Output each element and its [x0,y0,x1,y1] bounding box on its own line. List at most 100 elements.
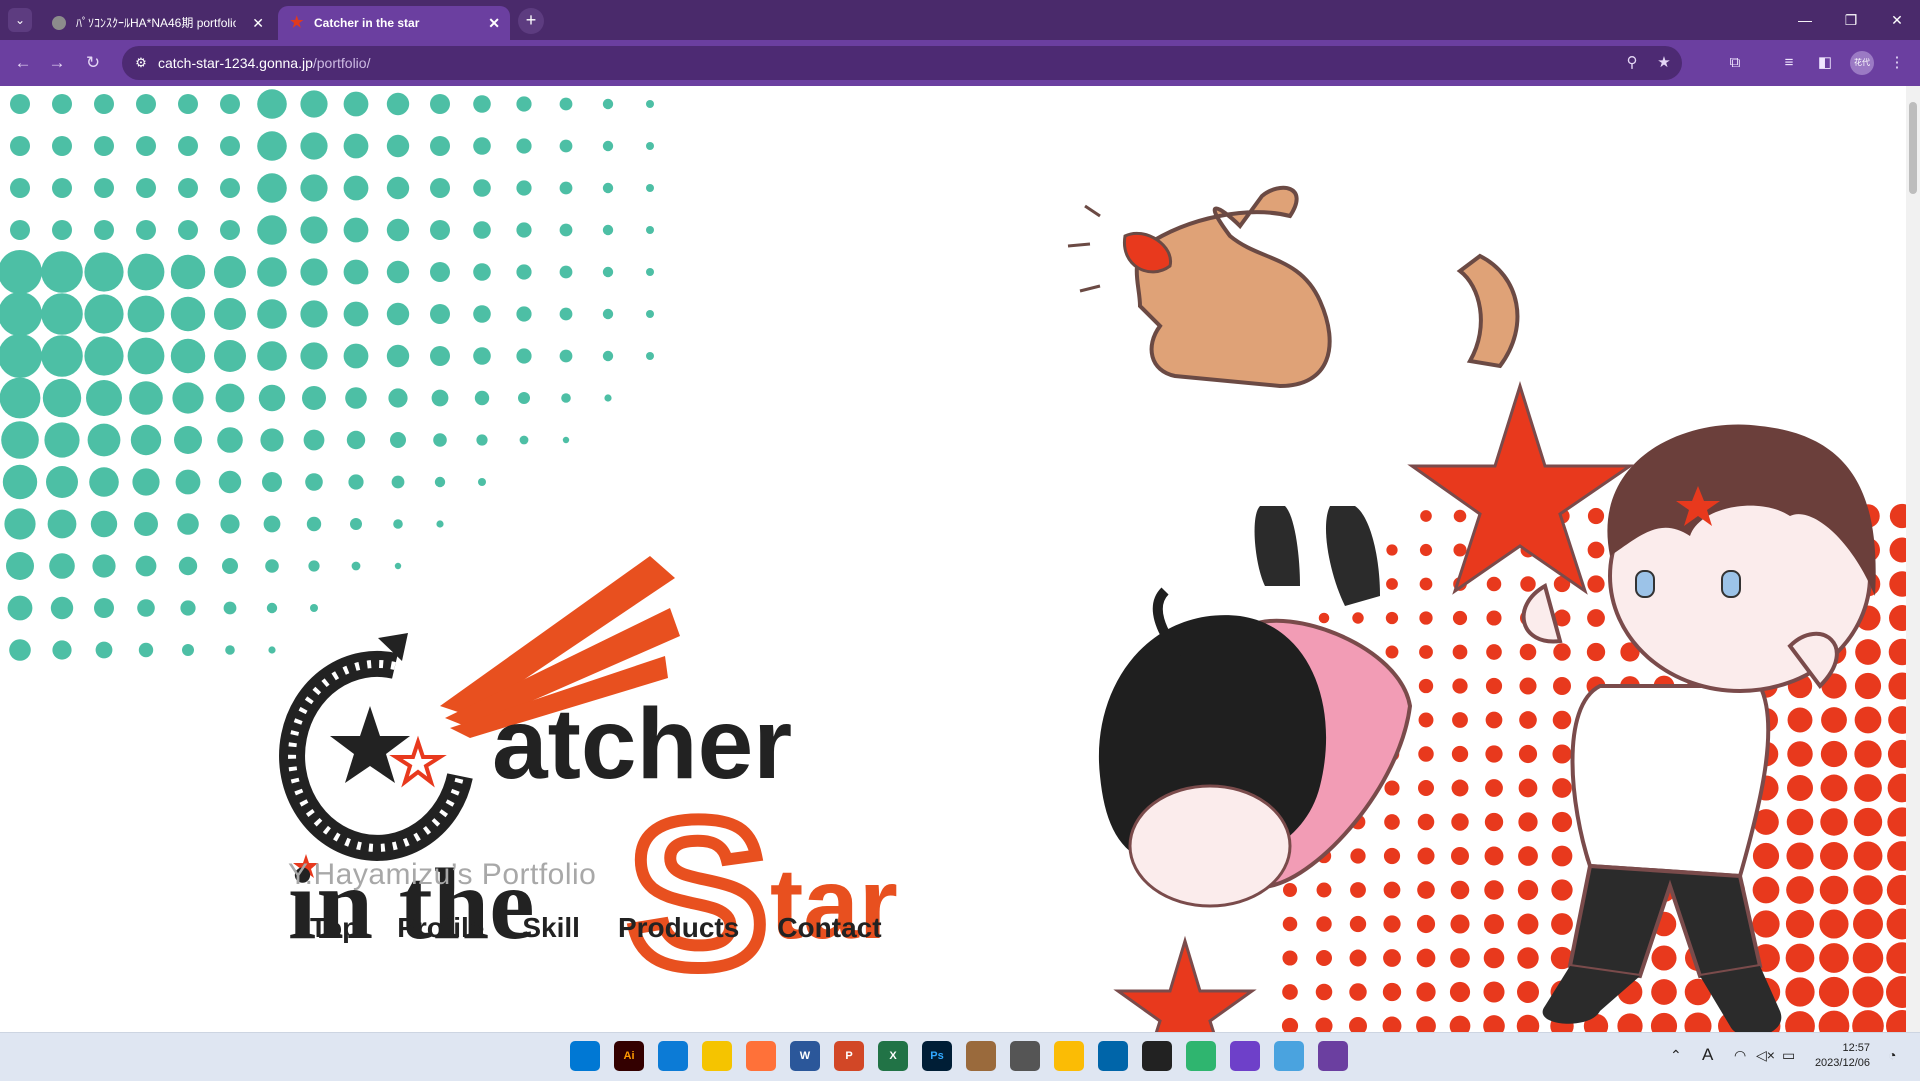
red-dot [1416,914,1436,934]
maps-icon[interactable] [1274,1041,1304,1071]
red-dot [1452,644,1468,660]
teal-dot [348,474,364,490]
teal-dot [257,341,287,371]
teal-dot [302,386,326,410]
teal-dot [300,216,328,244]
red-dot [1684,1012,1712,1032]
browser-tab[interactable]: ﾊﾟｿｺﾝｽｸｰﾙHA*NA46期 portfolio ✕ [40,6,274,40]
nav-link-contact[interactable]: Contact [777,912,881,944]
system-clock[interactable]: 12:57 2023/12/06 [1810,1041,1870,1071]
windows-start-icon[interactable] [570,1041,600,1071]
teal-dot [220,220,240,240]
back-icon[interactable]: ← [12,52,34,74]
teal-dot [175,469,201,495]
file-explorer-icon[interactable] [702,1041,732,1071]
big-red-star [1407,380,1635,595]
teal-dot [516,306,532,322]
nav-link-profile[interactable]: Profile [397,912,484,944]
red-dot [1453,543,1467,557]
red-dot [1453,509,1467,523]
wifi-icon[interactable]: ◠ [1734,1047,1746,1064]
calculator-icon[interactable] [1010,1041,1040,1071]
browser-tab-active[interactable]: ★ Catcher in the star ✕ [278,6,510,40]
media-queue-icon[interactable]: ≡ [1778,52,1800,74]
teal-dot [300,300,328,328]
site-info-icon[interactable]: ⚙ [132,54,150,72]
chevron-up-icon[interactable]: ⌃ [1670,1047,1682,1064]
extensions-icon[interactable]: ⧉ [1724,52,1746,74]
vscode-icon[interactable] [1098,1041,1128,1071]
illustrator-icon[interactable]: Ai [614,1041,644,1071]
red-dot [1417,847,1435,865]
red-dot [1651,979,1677,1005]
app-diamond-icon[interactable] [1186,1041,1216,1071]
plus-icon[interactable]: + [518,8,544,34]
teal-dot [0,334,42,378]
paint-icon[interactable] [966,1041,996,1071]
restore-icon[interactable]: ❐ [1828,0,1874,40]
teal-dot [266,602,278,614]
powerpoint-icon[interactable]: P [834,1041,864,1071]
photoshop-icon[interactable]: Ps [922,1041,952,1071]
address-bar[interactable]: ⚙ catch-star-1234.gonna.jp/portfolio/ ⚲ … [122,46,1682,80]
notification-bell-icon[interactable]: ◔ [1888,1047,1896,1063]
teal-dot [390,432,406,448]
volume-muted-icon[interactable]: ◁× [1756,1047,1775,1064]
close-icon[interactable]: ✕ [252,6,264,40]
excel-icon[interactable]: X [878,1041,908,1071]
sticky-notes-icon[interactable] [1142,1041,1172,1071]
teal-dot [1,421,39,459]
forward-icon[interactable]: → [46,52,68,74]
red-dot [1587,541,1605,559]
red-dot [1853,807,1883,837]
close-icon[interactable]: ✕ [488,6,500,40]
red-dot [1352,612,1364,624]
url-text[interactable]: catch-star-1234.gonna.jp/portfolio/ [158,46,370,80]
red-dot [1416,982,1436,1002]
nav-link-skill[interactable]: Skill [522,912,580,944]
teal-dot [559,139,573,153]
red-dot [1451,745,1469,763]
teal-dot [87,423,121,457]
teal-dot [137,599,155,617]
nav-link-products[interactable]: Products [618,912,739,944]
teal-dot [94,94,114,114]
teal-dot [518,392,530,404]
red-dot [1854,740,1882,768]
teal-dot [346,430,366,450]
close-icon[interactable]: ✕ [1874,0,1920,40]
tab-title: ﾊﾟｿｺﾝｽｸｰﾙHA*NA46期 portfolio [76,16,236,30]
bookmark-star-icon[interactable]: ★ [1654,53,1674,73]
chevron-down-icon[interactable]: ⌄ [8,8,32,32]
reload-icon[interactable]: ↻ [82,52,104,74]
teal-dot [0,250,42,294]
red-dot [1315,983,1333,1001]
more-menu-icon[interactable]: ⋮ [1886,52,1908,74]
teal-dot [220,94,240,114]
teal-dot [170,338,206,374]
teal-dot [262,472,282,492]
battery-icon[interactable]: ▭ [1782,1047,1795,1064]
zoom-icon[interactable]: ⚲ [1622,53,1642,73]
scrollbar-thumb[interactable] [1909,102,1917,194]
github-icon[interactable] [1230,1041,1260,1071]
teal-dot [42,378,82,418]
word-icon[interactable]: W [790,1041,820,1071]
chrome-icon[interactable] [1054,1041,1084,1071]
teal-dot [310,604,318,612]
ime-indicator[interactable]: A [1702,1045,1713,1065]
teal-dot [306,516,322,532]
teal-dot [136,220,156,240]
side-panel-icon[interactable]: ◧ [1814,52,1836,74]
avatar[interactable]: 花代 [1850,51,1874,75]
chrome-profile-icon[interactable] [1318,1041,1348,1071]
minimize-icon[interactable]: — [1782,0,1828,40]
red-dot [1416,948,1436,968]
nav-link-top[interactable]: Top [310,912,359,944]
red-dot [1282,950,1298,966]
red-dot [1552,710,1572,730]
edge-icon[interactable] [658,1041,688,1071]
teal-dot [84,294,124,334]
page-scrollbar[interactable] [1906,86,1920,1032]
firefox-icon[interactable] [746,1041,776,1071]
